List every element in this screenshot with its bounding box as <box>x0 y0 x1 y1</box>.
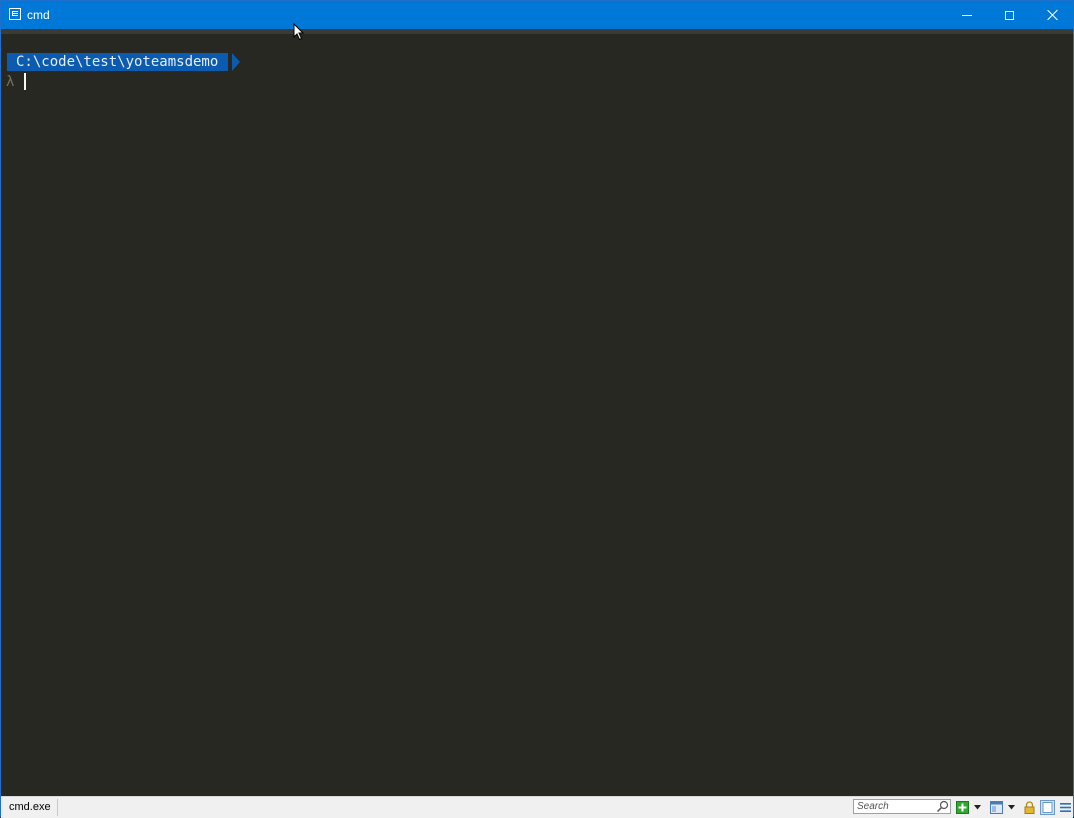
prompt-path: C:\code\test\yoteamsdemo <box>7 53 229 71</box>
panel-icon[interactable] <box>1040 800 1055 815</box>
close-button[interactable] <box>1031 1 1074 29</box>
status-process-name: cmd.exe <box>3 799 58 816</box>
status-bar: cmd.exe <box>1 796 1073 818</box>
lock-icon[interactable] <box>1023 801 1036 814</box>
dropdown-icon[interactable] <box>1008 805 1015 810</box>
console-app-icon[interactable] <box>9 8 21 20</box>
mouse-pointer-icon <box>293 23 305 41</box>
console-output[interactable]: C:\code\test\yoteamsdemo λ <box>1 34 1073 796</box>
search-input[interactable] <box>854 800 939 813</box>
maximize-icon <box>1004 10 1014 20</box>
minimize-button[interactable] <box>945 1 989 29</box>
minimize-icon <box>962 14 972 16</box>
search-icon[interactable] <box>936 800 949 813</box>
maximize-button[interactable] <box>987 1 1031 29</box>
console-window: cmd C:\code\test\yoteamsdemo λ cmd.exe <box>0 0 1074 818</box>
prompt-symbol: λ <box>6 74 15 90</box>
search-box[interactable] <box>853 799 951 814</box>
close-icon <box>1047 9 1059 21</box>
dropdown-icon[interactable] <box>974 805 981 810</box>
prompt-arrow-icon <box>232 53 240 71</box>
window-title: cmd <box>27 8 50 22</box>
title-bar[interactable]: cmd <box>1 1 1073 29</box>
layout-icon[interactable] <box>990 801 1003 814</box>
text-cursor <box>24 73 26 90</box>
add-tab-icon[interactable] <box>956 801 969 814</box>
menu-icon[interactable] <box>1059 801 1072 814</box>
